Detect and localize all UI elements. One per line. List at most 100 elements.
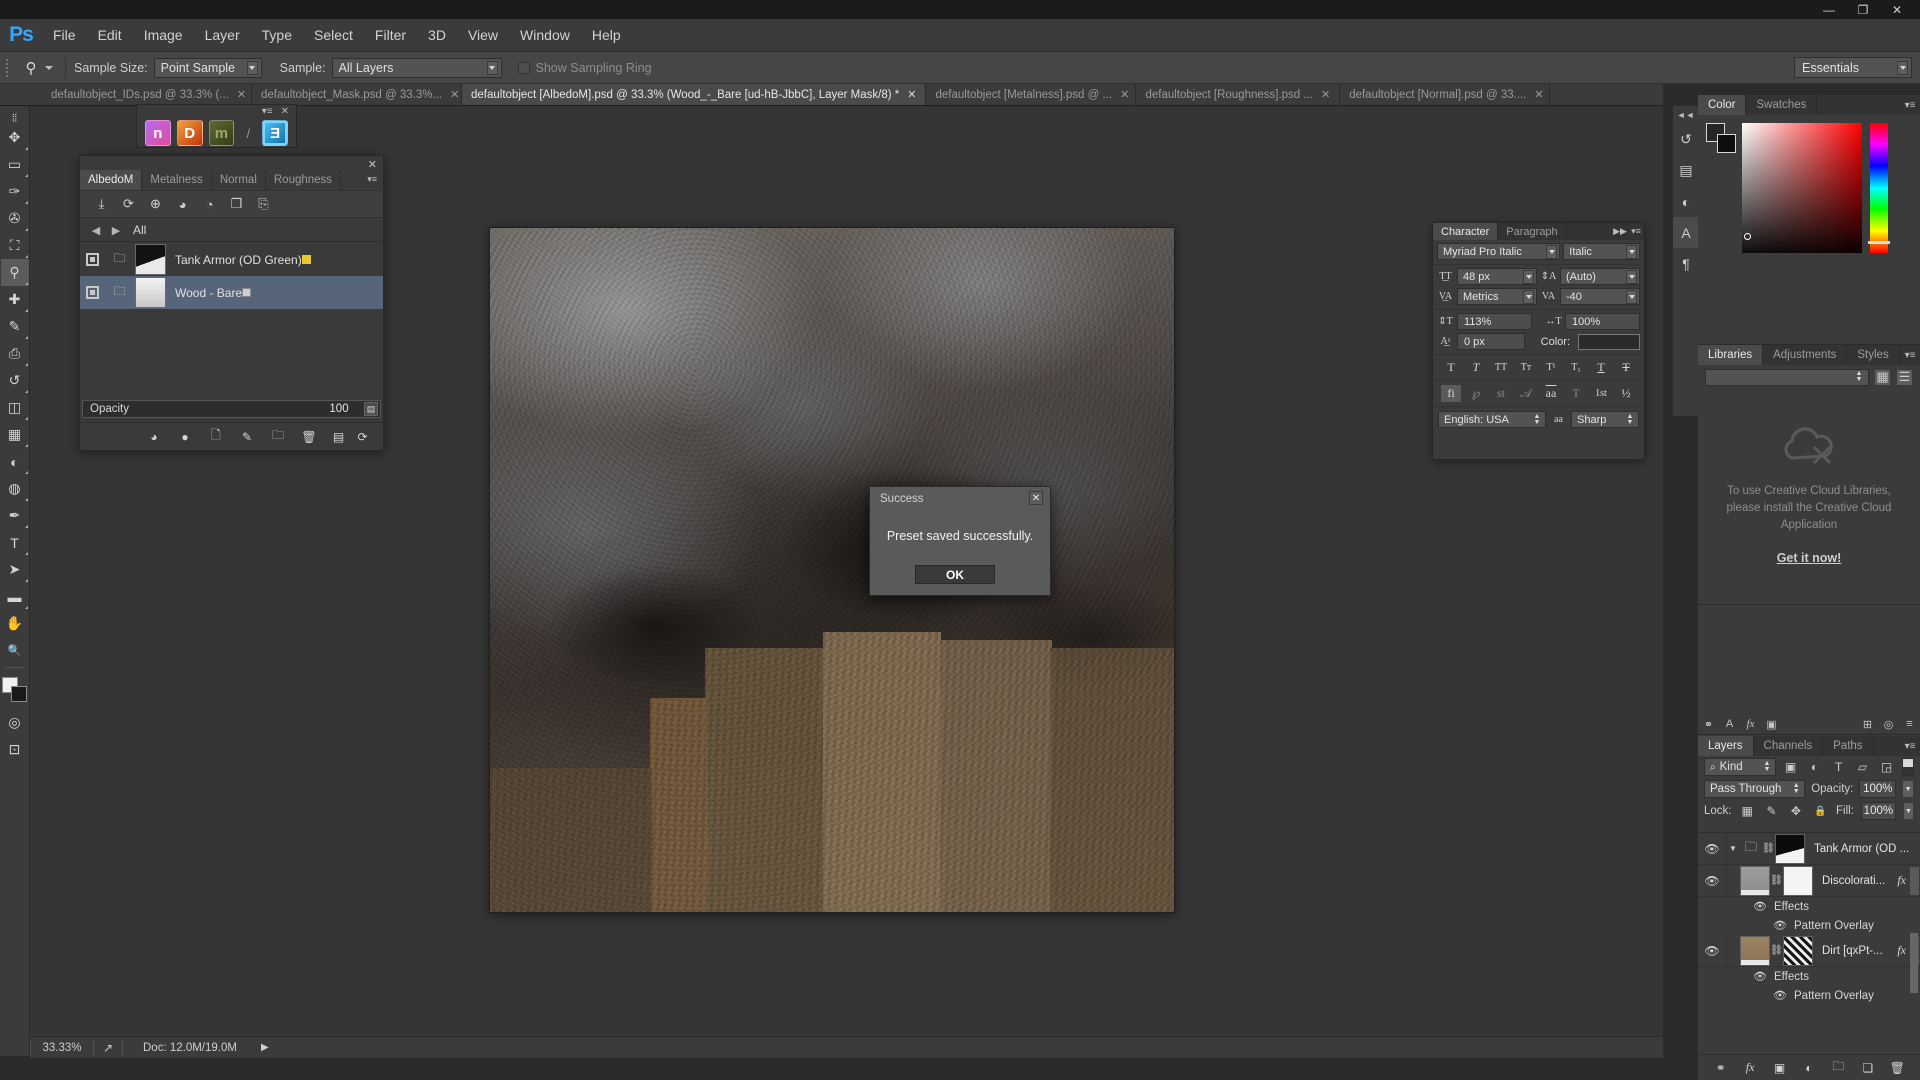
bold-button[interactable]: T: [1441, 359, 1461, 376]
tool-lasso[interactable]: ✑: [1, 178, 29, 205]
filter-image-icon[interactable]: ▣: [1781, 758, 1800, 776]
filter-type-icon[interactable]: T: [1829, 758, 1848, 776]
lock-all-icon[interactable]: 🔒: [1812, 802, 1829, 820]
opacity-value[interactable]: 100: [317, 403, 361, 415]
layer-style-icon[interactable]: fx: [1741, 1059, 1759, 1077]
visibility-toggle-icon[interactable]: [80, 276, 104, 309]
close-icon[interactable]: ✕: [1120, 88, 1129, 101]
maximize-button[interactable]: ❐: [1854, 3, 1872, 17]
background-color-swatch[interactable]: [10, 686, 27, 702]
material-list-item[interactable]: 🗀 Tank Armor (OD Green): [80, 243, 383, 276]
small-caps-button[interactable]: Tт: [1516, 359, 1536, 376]
visibility-toggle-icon[interactable]: 👁: [1746, 900, 1774, 913]
tool-rectangle[interactable]: ▬: [1, 583, 29, 610]
menu-view[interactable]: View: [457, 19, 509, 52]
stylistic-alternates-button[interactable]: aa: [1541, 385, 1561, 402]
visibility-toggle-icon[interactable]: [80, 243, 104, 276]
diffuse-material-icon[interactable]: D: [176, 120, 203, 146]
close-icon[interactable]: ✕: [237, 88, 246, 101]
adjustment-layer-icon[interactable]: ◐: [1800, 1059, 1818, 1077]
list-item[interactable]: 👁 Pattern Overlay: [1698, 986, 1920, 1005]
tab-normal[interactable]: Normal: [211, 170, 266, 190]
layer-mask-thumbnail[interactable]: [1783, 865, 1813, 896]
color-fg-bg-swatches[interactable]: [1706, 123, 1736, 153]
sample-size-select[interactable]: Point Sample: [153, 57, 262, 78]
new-group-icon[interactable]: 🗀: [1829, 1059, 1847, 1077]
tab-color[interactable]: Color: [1698, 95, 1747, 115]
tool-crop[interactable]: ⛶: [1, 232, 29, 259]
table-row[interactable]: 👁 ▼ 🗀 ⛓ Tank Armor (OD ...: [1698, 833, 1920, 865]
tool-brush[interactable]: ✎: [1, 313, 29, 340]
document-canvas[interactable]: [490, 228, 1174, 912]
blend-mode-select[interactable]: Pass Through ▲ ▼: [1704, 780, 1806, 798]
export-icon[interactable]: ⎘: [254, 195, 273, 214]
tab-swatches[interactable]: Swatches: [1746, 95, 1818, 115]
tool-quick-selection[interactable]: ✇: [1, 205, 29, 232]
adjustment-icon[interactable]: ●: [177, 428, 194, 445]
tab-albedom[interactable]: AlbedoM: [80, 170, 143, 190]
italic-button[interactable]: T: [1466, 359, 1486, 376]
tool-gradient[interactable]: ▦: [1, 421, 29, 448]
duplicate-icon[interactable]: ❐: [227, 195, 246, 214]
sample-select[interactable]: All Layers: [331, 57, 502, 78]
share-icon[interactable]: ↗: [94, 1041, 122, 1055]
tab-metalness[interactable]: Metalness: [142, 170, 212, 190]
lock-transparency-icon[interactable]: ▦: [1739, 802, 1756, 820]
menu-file[interactable]: File: [42, 19, 87, 52]
sync-icon[interactable]: ⟳: [354, 428, 371, 445]
circle-icon[interactable]: ◎: [1878, 714, 1899, 735]
fx-icon[interactable]: fx: [1740, 714, 1761, 735]
doc-tab-roughness[interactable]: defaultobject [Roughness].psd ... ✕: [1136, 84, 1341, 105]
layer-thumbnail[interactable]: [1740, 935, 1770, 966]
horizontal-scale-field[interactable]: 100%: [1565, 313, 1640, 330]
tool-path-selection[interactable]: ➤: [1, 556, 29, 583]
visibility-toggle-icon[interactable]: 👁: [1698, 874, 1726, 888]
baseline-shift-field[interactable]: 0 px: [1457, 333, 1525, 350]
menu-image[interactable]: Image: [133, 19, 194, 52]
mask-icon[interactable]: ▣: [1761, 714, 1782, 735]
visibility-toggle-icon[interactable]: 👁: [1698, 944, 1726, 958]
tool-eraser[interactable]: ◫: [1, 394, 29, 421]
tool-history-brush[interactable]: ↺: [1, 367, 29, 394]
contextual-alternates-button[interactable]: ℘: [1466, 385, 1486, 402]
tool-pen[interactable]: ✒: [1, 502, 29, 529]
tab-paths[interactable]: Paths: [1823, 736, 1874, 756]
zoom-level[interactable]: 33.33%: [31, 1042, 93, 1054]
doc-tab-metalness[interactable]: defaultobject [Metalness].psd @ ... ✕: [926, 84, 1137, 105]
next-arrow-icon[interactable]: ▶: [109, 221, 123, 239]
layer-thumbnail[interactable]: [1775, 833, 1805, 864]
grid-view-icon[interactable]: ▦: [1874, 368, 1891, 386]
close-icon[interactable]: ✕: [1029, 491, 1043, 505]
chevron-down-icon[interactable]: ▼: [1902, 780, 1914, 798]
visibility-toggle-icon[interactable]: 👁: [1746, 970, 1774, 983]
superscript-button[interactable]: T¹: [1541, 359, 1561, 376]
tab-layers[interactable]: Layers: [1698, 736, 1754, 756]
tracking-select[interactable]: -40: [1560, 288, 1640, 305]
link-icon[interactable]: ⛓: [1762, 843, 1775, 854]
leading-value[interactable]: (Auto): [1566, 271, 1596, 283]
chevron-down-icon[interactable]: ▼: [1902, 802, 1914, 820]
history-dock-icon[interactable]: ↺: [1673, 124, 1699, 155]
metalness-material-icon[interactable]: m: [208, 120, 235, 146]
titling-alternates-button[interactable]: T: [1566, 385, 1586, 402]
opacity-stepper-icon[interactable]: ▤: [364, 402, 378, 416]
menu-help[interactable]: Help: [581, 19, 632, 52]
fill-value[interactable]: 100%: [1860, 802, 1896, 820]
menu-layer[interactable]: Layer: [194, 19, 251, 52]
dock-handle-icon[interactable]: ◄◄: [1673, 106, 1698, 124]
material-list-item[interactable]: 🗀 Wood - Bare: [80, 276, 383, 309]
expand-icon[interactable]: ▶▶: [1612, 223, 1628, 240]
paint-icon[interactable]: ◔: [200, 195, 219, 214]
lock-image-icon[interactable]: ✎: [1763, 802, 1780, 820]
visibility-toggle-icon[interactable]: 👁: [1766, 919, 1794, 932]
filter-smart-object-icon[interactable]: ◲: [1877, 758, 1896, 776]
close-icon[interactable]: ✕: [281, 107, 289, 117]
link-icon[interactable]: ⛓: [1770, 945, 1783, 956]
panel-menu-icon[interactable]: ▾≡: [1900, 736, 1920, 756]
new-layer-icon[interactable]: 🗋: [208, 428, 225, 445]
font-size-value[interactable]: 48 px: [1463, 271, 1490, 283]
layer-mask-icon[interactable]: ▣: [1771, 1059, 1789, 1077]
standard-ligatures-button[interactable]: fi: [1441, 385, 1461, 402]
layer-thumbnail[interactable]: [1740, 865, 1770, 896]
filter-adjustment-icon[interactable]: ◐: [1805, 758, 1824, 776]
